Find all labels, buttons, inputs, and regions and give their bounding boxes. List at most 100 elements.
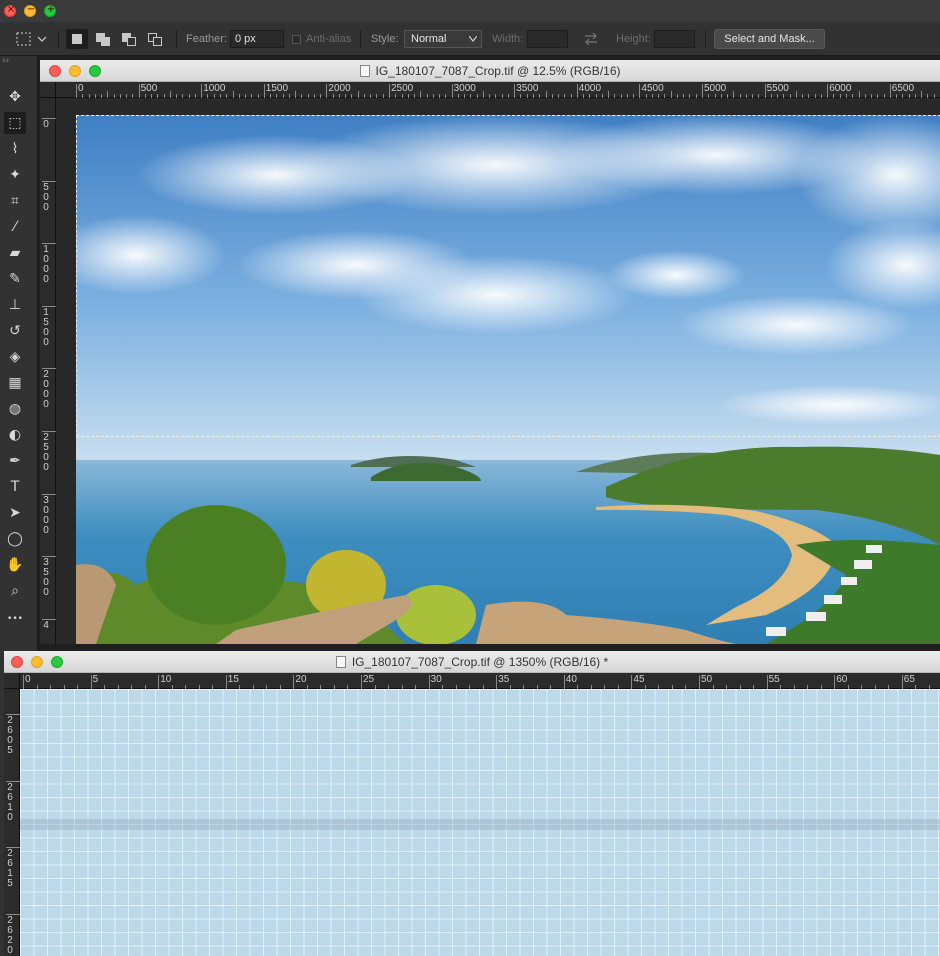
ruler-major-tick — [225, 675, 227, 689]
doc2-title: IG_180107_7087_Crop.tif @ 1350% (RGB/16)… — [4, 651, 940, 673]
healing-tool[interactable]: ▰ — [4, 242, 26, 264]
subtract-from-selection-button[interactable] — [118, 29, 140, 49]
ruler-label: 40 — [565, 674, 577, 685]
zoom-window-button[interactable]: + — [44, 4, 56, 17]
anti-alias-checkbox[interactable] — [292, 35, 301, 44]
shape-tool[interactable]: ◯ — [4, 528, 26, 550]
landscape-photo — [76, 115, 940, 644]
ruler-major-tick — [631, 675, 633, 689]
ruler-origin[interactable] — [40, 82, 56, 98]
marquee-tool[interactable]: ⬚ — [4, 112, 26, 134]
ruler-label: 1 5 0 0 — [43, 306, 49, 348]
ruler-major-tick — [361, 675, 362, 689]
ruler-label: 0 — [43, 119, 49, 130]
vertical-ruler[interactable]: 0 5 0 0 1 0 0 0 1 5 0 0 2 0 0 0 2 5 0 0 3 0 0 … — [40, 98, 56, 644]
height-input[interactable] — [654, 30, 695, 48]
dodge-tool[interactable]: ◐ — [4, 424, 26, 446]
minimize-window-button[interactable]: − — [24, 4, 36, 17]
feather-input[interactable]: 0 px — [230, 30, 284, 48]
close-window-button[interactable]: × — [4, 4, 16, 17]
crop-icon: ⌗ — [11, 193, 19, 209]
more-tools[interactable]: ••• — [4, 606, 26, 628]
ruler-minor-tick — [295, 91, 297, 98]
ruler-major-tick — [514, 84, 516, 98]
rect-marquee-icon — [16, 32, 47, 46]
lasso-icon: ⌇ — [11, 141, 19, 157]
lasso-tool[interactable]: ⌇ — [4, 138, 26, 160]
ruler-minor-tick — [107, 91, 109, 98]
file-icon — [335, 656, 346, 668]
ruler-label: 2 6 1 0 — [7, 781, 13, 823]
zoom-tool[interactable]: ⌕ — [4, 580, 26, 602]
ruler-major-tick — [389, 84, 390, 98]
ruler-label: 65 — [903, 674, 915, 685]
style-value: Normal — [411, 33, 447, 45]
ruler-minor-tick — [921, 91, 923, 98]
ruler-minor-tick — [795, 91, 797, 98]
document-window-1350pct: IG_180107_7087_Crop.tif @ 1350% (RGB/16)… — [4, 651, 940, 956]
ruler-label: 2 6 2 0 — [7, 914, 13, 956]
style-select[interactable]: Normal — [404, 30, 482, 48]
add-to-selection-button[interactable] — [92, 29, 114, 49]
vertical-ruler-2[interactable]: 2 6 0 5 2 6 1 0 2 6 1 5 2 6 2 0 — [4, 689, 20, 956]
separator — [58, 30, 59, 48]
intersect-selection-button[interactable] — [144, 29, 166, 49]
doc1-canvas[interactable] — [56, 98, 940, 644]
pixel-grid-canvas[interactable] — [20, 689, 940, 956]
height-label: Height: — [616, 33, 651, 45]
ruler-major-tick — [563, 675, 565, 689]
type-tool[interactable]: T — [4, 476, 26, 498]
ruler-label: 4500 — [641, 83, 664, 94]
select-and-mask-button[interactable]: Select and Mask... — [714, 29, 825, 49]
tool-preset-picker[interactable] — [12, 29, 52, 49]
ruler-minor-tick — [357, 91, 359, 98]
ruler-label: 2 6 1 5 — [7, 848, 13, 889]
ruler-major-tick — [889, 84, 891, 98]
horizontal-ruler-2[interactable]: 0 5 10 15 20 25 30 35 40 45 50 55 60 65 — [20, 673, 940, 689]
doc2-titlebar: IG_180107_7087_Crop.tif @ 1350% (RGB/16)… — [4, 651, 940, 673]
brush-tool[interactable]: ✎ — [4, 268, 26, 290]
ruler-minor-tick — [670, 91, 672, 98]
doc1-title-text: IG_180107_7087_Crop.tif @ 12.5% (RGB/16) — [375, 64, 621, 78]
ruler-minor-tick — [420, 91, 422, 98]
document-window-12pct: IG_180107_7087_Crop.tif @ 12.5% (RGB/16)… — [40, 60, 940, 644]
width-input[interactable] — [527, 30, 568, 48]
ruler-label: 1000 — [203, 83, 226, 94]
hand-tool[interactable]: ✋ — [4, 554, 26, 576]
pen-tool[interactable]: ✒ — [4, 450, 26, 472]
ruler-major-tick — [834, 675, 836, 689]
chevron-down-icon — [469, 36, 477, 42]
eraser-tool[interactable]: ◈ — [4, 346, 26, 368]
ruler-origin-2[interactable] — [4, 673, 20, 689]
ruler-label: 1500 — [265, 83, 289, 94]
ruler-label: 500 — [140, 83, 158, 94]
stamp-tool[interactable]: ⊥ — [4, 294, 26, 316]
minimize-icon: − — [26, 4, 36, 15]
ruler-label: 2000 — [328, 83, 351, 94]
blur-tool[interactable]: ◍ — [4, 398, 26, 420]
magic-wand-tool[interactable]: ✦ — [4, 164, 26, 186]
ruler-label: 6500 — [891, 83, 915, 94]
new-selection-button[interactable] — [66, 29, 88, 49]
eyedropper-tool[interactable]: ⁄ — [4, 216, 26, 238]
doc2-title-text: IG_180107_7087_Crop.tif @ 1350% (RGB/16)… — [351, 655, 609, 669]
subtract-selection-icon-2 — [127, 37, 136, 46]
horizontal-ruler[interactable]: 0 500 1000 1500 2000 2500 3000 3500 4000 4500 5000… — [56, 82, 940, 98]
ruler-major-tick — [451, 84, 453, 98]
ruler-label: 10 — [160, 674, 172, 685]
ruler-label: 55 — [768, 674, 780, 685]
gradient-tool[interactable]: ▦ — [4, 372, 26, 394]
crop-tool[interactable]: ⌗ — [4, 190, 26, 212]
separator — [705, 30, 706, 48]
path-select-tool[interactable]: ➤ — [4, 502, 26, 524]
eraser-icon: ◈ — [9, 349, 21, 365]
ruler-major-tick — [764, 84, 766, 98]
ruler-label: 25 — [363, 674, 375, 685]
history-brush-icon: ↺ — [9, 323, 21, 339]
ruler-major-tick — [496, 675, 498, 689]
history-brush-tool[interactable]: ↺ — [4, 320, 26, 342]
separator — [360, 30, 361, 48]
collapse-panel-icon[interactable]: ›› — [2, 56, 9, 66]
swap-dimensions-button[interactable] — [582, 30, 600, 48]
move-tool[interactable]: ✥ — [4, 86, 26, 108]
